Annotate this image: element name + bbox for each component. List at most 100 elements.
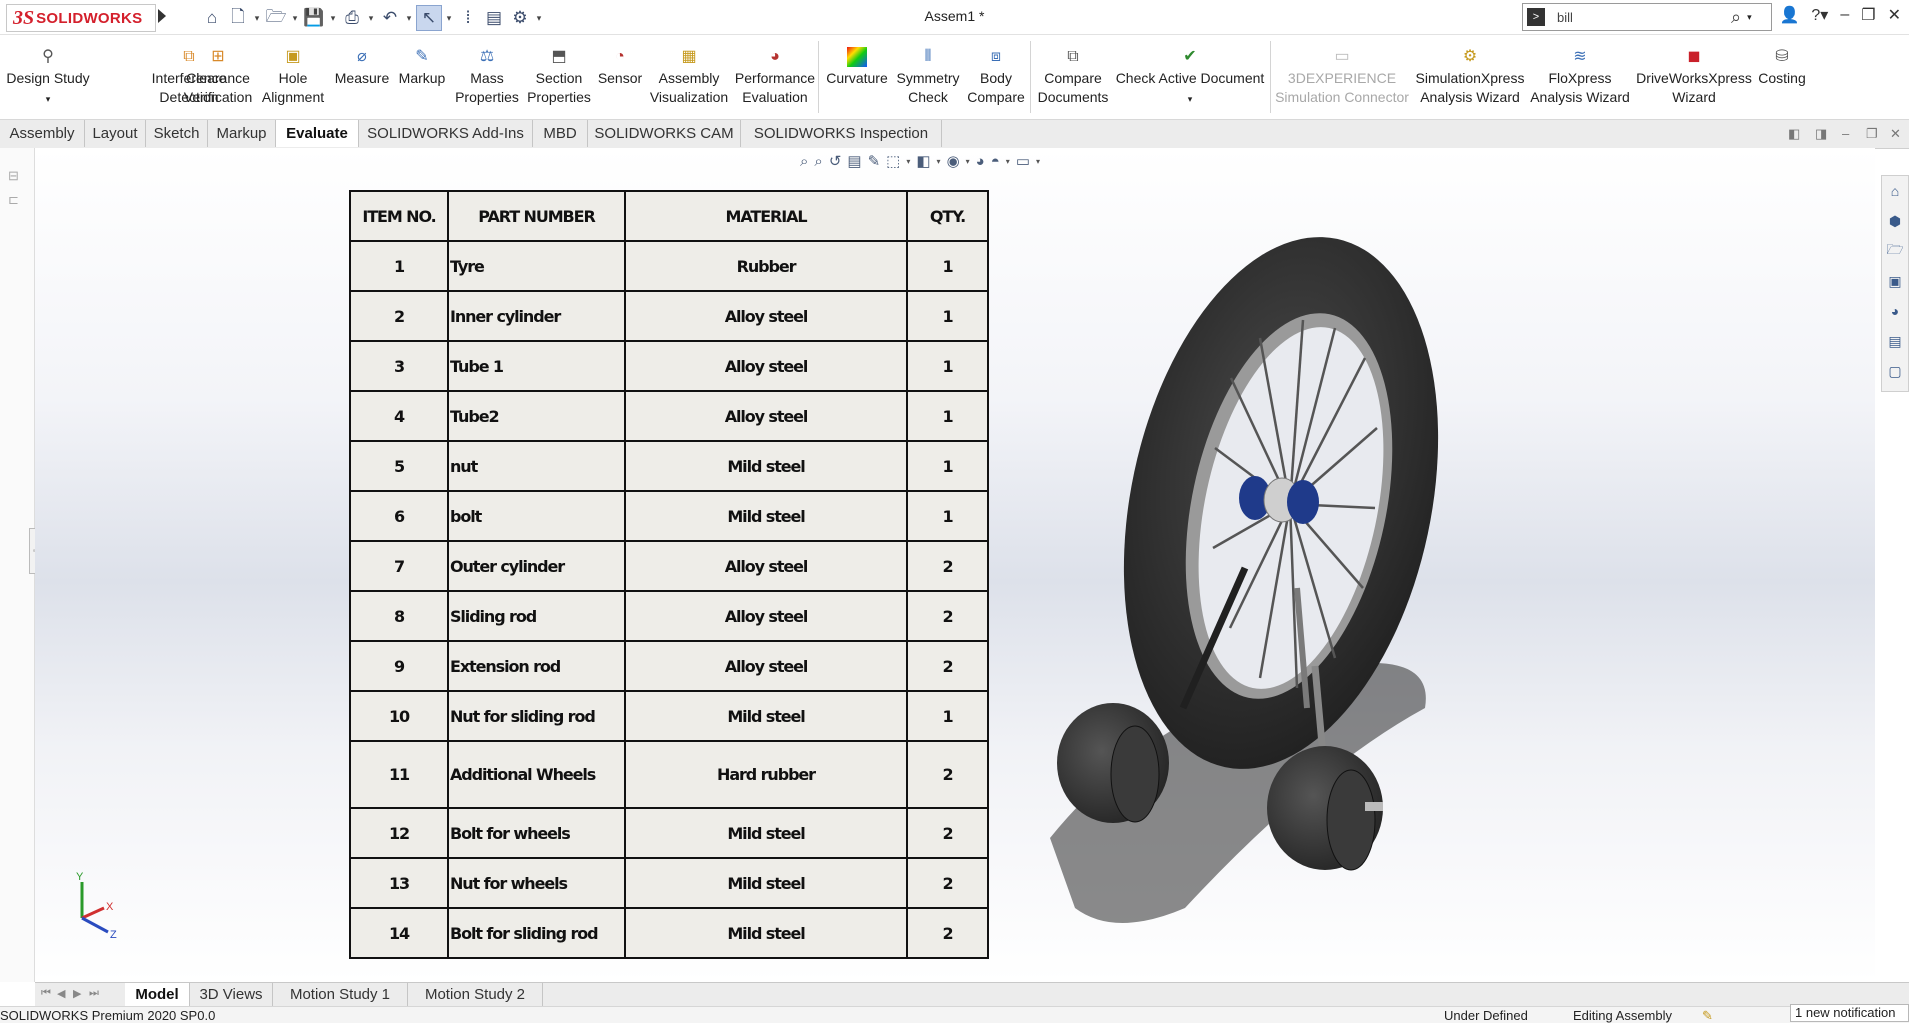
hole-alignment-button[interactable]: ▣ Hole Alignment bbox=[260, 47, 326, 107]
view-settings-icon[interactable]: ▭ bbox=[1016, 152, 1030, 170]
select-pointer-icon[interactable]: ↖ bbox=[416, 5, 442, 31]
tab-model[interactable]: Model bbox=[125, 983, 190, 1006]
close-icon[interactable]: ✕ bbox=[1888, 5, 1901, 25]
simulationxpress-button[interactable]: ⚙ SimulationXpress Analysis Wizard bbox=[1414, 47, 1526, 107]
file-explorer-icon[interactable]: ▣ bbox=[1882, 266, 1908, 296]
hide-show-icon[interactable]: ◉ bbox=[947, 152, 960, 170]
prev-tab-icon[interactable]: ◀ bbox=[57, 987, 65, 1000]
mass-properties-button[interactable]: ⚖ Mass Properties bbox=[454, 47, 520, 107]
edit-appearance-icon[interactable]: ◕ bbox=[976, 153, 985, 170]
undo-icon[interactable]: ↶ bbox=[378, 6, 402, 30]
section-properties-button[interactable]: ⬒ Section Properties bbox=[524, 47, 594, 107]
qty-cell: 2 bbox=[906, 907, 989, 959]
zoom-to-fit-icon[interactable]: ⌕ bbox=[800, 153, 808, 170]
chevron-down-icon[interactable]: ▾ bbox=[366, 13, 376, 24]
view-orientation-icon[interactable]: ⬚ bbox=[886, 152, 900, 170]
previous-view-icon[interactable]: ↺ bbox=[829, 152, 842, 170]
user-icon[interactable]: 👤 bbox=[1779, 5, 1799, 25]
bill-of-materials-table[interactable]: ITEM NO. PART NUMBER MATERIAL QTY. 1 Tyre… bbox=[349, 190, 989, 959]
appearances-icon[interactable]: ◕ bbox=[1882, 296, 1908, 326]
design-library-icon[interactable]: 🗁 bbox=[1882, 236, 1908, 266]
last-tab-icon[interactable]: ⏭ bbox=[89, 987, 99, 1000]
chevron-down-icon[interactable]: ▾ bbox=[290, 13, 300, 24]
search-box[interactable]: > ⌕ ▾ bbox=[1522, 3, 1772, 31]
print-icon[interactable]: ⎙ bbox=[340, 6, 364, 30]
floxpress-button[interactable]: ≋ FloXpress Analysis Wizard bbox=[1530, 47, 1630, 107]
display-style-icon[interactable]: ◧ bbox=[916, 152, 930, 170]
measure-button[interactable]: ⌀ Measure bbox=[334, 47, 390, 88]
compare-documents-button[interactable]: ⧉ Compare Documents bbox=[1036, 47, 1110, 107]
design-study-button[interactable]: ⚲ Design Study ▾ bbox=[6, 47, 90, 109]
home-icon[interactable]: ⌂ bbox=[200, 6, 224, 30]
assembly-visualization-button[interactable]: ▦ Assembly Visualization bbox=[648, 47, 730, 107]
driveworksxpress-button[interactable]: ◼ DriveWorksXpress Wizard bbox=[1634, 47, 1754, 107]
forum-icon[interactable]: ▢ bbox=[1882, 356, 1908, 386]
panel-icon[interactable]: ⊟ bbox=[8, 168, 19, 184]
doc-close-icon[interactable]: ✕ bbox=[1890, 126, 1901, 142]
zoom-to-area-icon[interactable]: ⌕ bbox=[814, 153, 822, 170]
tab-assembly[interactable]: Assembly bbox=[0, 120, 85, 147]
custom-properties-icon[interactable]: ▤ bbox=[1882, 326, 1908, 356]
doc-minimize-icon[interactable]: – bbox=[1842, 126, 1849, 141]
check-active-document-button[interactable]: ✔ Check Active Document ▾ bbox=[1114, 47, 1266, 109]
dynamic-annotation-icon[interactable]: ✎ bbox=[868, 152, 881, 170]
tab-motion-study-2[interactable]: Motion Study 2 bbox=[408, 983, 543, 1006]
gear-icon[interactable]: ⚙ bbox=[508, 6, 532, 30]
tab-sketch[interactable]: Sketch bbox=[146, 120, 208, 147]
item-no-cell: 1 bbox=[349, 240, 449, 292]
markup-label: Markup bbox=[398, 70, 446, 86]
tab-mbd[interactable]: MBD bbox=[533, 120, 588, 147]
apply-scene-icon[interactable]: ◓ bbox=[991, 153, 1000, 170]
markup-button[interactable]: ✎ Markup bbox=[394, 47, 450, 88]
panel-icon[interactable]: ⊏ bbox=[8, 192, 19, 208]
resources-icon[interactable]: ⬢ bbox=[1882, 206, 1908, 236]
tile-left-icon[interactable]: ◧ bbox=[1788, 126, 1800, 142]
section-view-icon[interactable]: ▤ bbox=[847, 152, 861, 170]
new-document-icon[interactable]: 🗋 bbox=[226, 6, 250, 30]
next-tab-icon[interactable]: ▶ bbox=[73, 987, 81, 1000]
qty-cell: 1 bbox=[906, 390, 989, 442]
tab-solidworks-add-ins[interactable]: SOLIDWORKS Add-Ins bbox=[359, 120, 533, 147]
tab-motion-study-1[interactable]: Motion Study 1 bbox=[273, 983, 408, 1006]
tab-solidworks-inspection[interactable]: SOLIDWORKS Inspection bbox=[741, 120, 942, 147]
clearance-verification-button[interactable]: ⊞ Clearance Verification bbox=[180, 47, 256, 107]
tab-markup[interactable]: Markup bbox=[208, 120, 276, 147]
search-input[interactable] bbox=[1555, 8, 1729, 26]
chevron-down-icon[interactable]: ▾ bbox=[444, 13, 454, 24]
chevron-down-icon[interactable]: ▾ bbox=[1747, 12, 1752, 23]
help-icon[interactable]: ?▾ bbox=[1811, 5, 1828, 25]
item-no-cell: 14 bbox=[349, 907, 449, 959]
curvature-button[interactable]: Curvature bbox=[824, 47, 890, 88]
sensor-button[interactable]: ◔ Sensor bbox=[596, 47, 644, 88]
table-row: 3 Tube 1 Alloy steel 1 bbox=[349, 340, 989, 392]
tab-solidworks-cam[interactable]: SOLIDWORKS CAM bbox=[588, 120, 741, 147]
open-folder-icon[interactable]: 🗁 bbox=[264, 6, 288, 30]
minimize-icon[interactable]: – bbox=[1840, 6, 1849, 24]
tab-evaluate[interactable]: Evaluate bbox=[276, 120, 359, 147]
traffic-light-icon[interactable]: ⦙ bbox=[456, 6, 480, 30]
restore-icon[interactable]: ❐ bbox=[1861, 5, 1875, 25]
first-tab-icon[interactable]: ⏮ bbox=[41, 987, 51, 1000]
tab-layout[interactable]: Layout bbox=[85, 120, 146, 147]
tile-right-icon[interactable]: ◨ bbox=[1815, 126, 1827, 142]
chevron-down-icon[interactable]: ▾ bbox=[534, 13, 544, 24]
costing-button[interactable]: ⛁ Costing bbox=[1756, 47, 1808, 88]
body-compare-button[interactable]: ⧈ Body Compare bbox=[966, 47, 1026, 107]
file-properties-icon[interactable]: ▤ bbox=[482, 6, 506, 30]
performance-evaluation-button[interactable]: ◕ Performance Evaluation bbox=[734, 47, 816, 107]
hub-right[interactable] bbox=[1287, 480, 1319, 524]
command-search-icon[interactable]: > bbox=[1527, 8, 1545, 26]
doc-restore-icon[interactable]: ❐ bbox=[1866, 126, 1878, 142]
search-icon[interactable]: ⌕ bbox=[1731, 7, 1741, 28]
chevron-down-icon[interactable]: ▾ bbox=[252, 13, 262, 24]
notification-button[interactable]: 1 new notification bbox=[1790, 1004, 1909, 1022]
chevron-down-icon[interactable]: ▾ bbox=[404, 13, 414, 24]
chevron-down-icon[interactable]: ▾ bbox=[328, 13, 338, 24]
save-icon[interactable]: 💾 bbox=[302, 6, 326, 30]
symmetry-check-button[interactable]: ⫴ Symmetry Check bbox=[894, 47, 962, 107]
tab-3d-views[interactable]: 3D Views bbox=[190, 983, 273, 1006]
solidworks-logo[interactable]: 3S SOLIDWORKS bbox=[6, 4, 156, 32]
feature-manager-collapsed[interactable]: ⊟ ⊏ ◦ bbox=[0, 148, 39, 982]
home-icon[interactable]: ⌂ bbox=[1882, 176, 1908, 206]
menu-expand-icon[interactable] bbox=[158, 9, 166, 23]
